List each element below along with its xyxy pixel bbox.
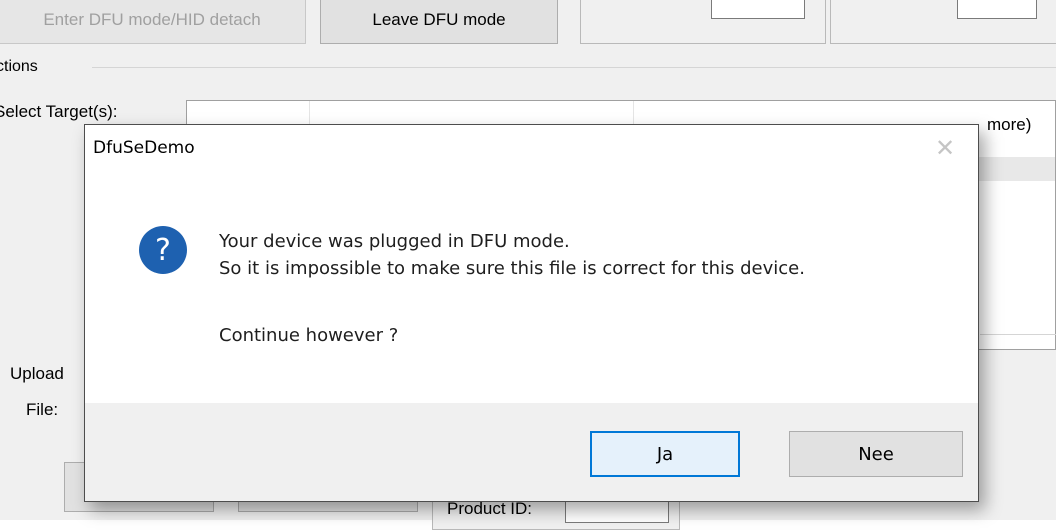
question-icon-glyph: ? <box>155 233 171 268</box>
yes-button[interactable]: Ja <box>590 431 740 477</box>
leave-dfu-mode-button[interactable]: Leave DFU mode <box>320 0 558 44</box>
dialog-message-line-1: Your device was plugged in DFU mode. <box>219 231 570 252</box>
close-icon[interactable]: ✕ <box>930 133 960 163</box>
upload-group-label: Upload <box>10 364 64 383</box>
status-field-1 <box>711 0 805 19</box>
dialog-message-line-3: Continue however ? <box>219 325 399 346</box>
question-icon: ? <box>139 226 187 274</box>
enter-dfu-mode-button[interactable]: Enter DFU mode/HID detach <box>0 0 306 44</box>
no-button[interactable]: Nee <box>789 431 963 477</box>
column-header-fragment: more) <box>987 115 1032 134</box>
select-targets-label: Select Target(s): <box>0 102 118 121</box>
dialog-button-bar: Ja Nee <box>85 403 978 501</box>
file-label: File: <box>26 400 59 419</box>
product-id-label: Product ID: <box>447 499 533 518</box>
dialog-message-line-2: So it is impossible to make sure this fi… <box>219 258 805 279</box>
actions-group-line <box>92 67 1056 68</box>
status-box-2 <box>830 0 1056 44</box>
actions-group-label: ctions <box>0 58 38 75</box>
dialog-title: DfuSeDemo <box>93 138 195 158</box>
message-dialog: DfuSeDemo ✕ ? Your device was plugged in… <box>84 124 979 502</box>
top-button-strip: Enter DFU mode/HID detach Leave DFU mode <box>0 0 1056 46</box>
upload-group-line <box>980 334 1056 335</box>
status-box-1 <box>580 0 826 44</box>
status-field-2 <box>957 0 1037 19</box>
